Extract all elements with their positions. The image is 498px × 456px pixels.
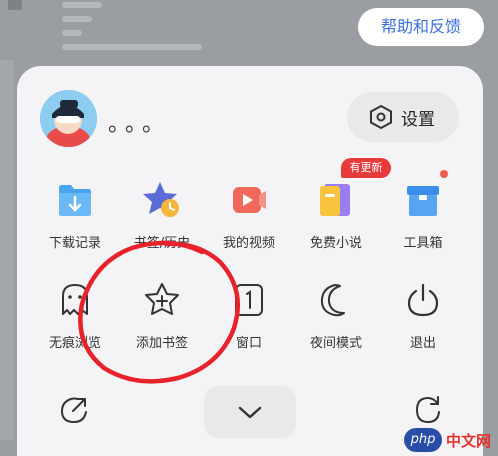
settings-button[interactable]: 设置 [347, 92, 459, 142]
tile-label: 免费小说 [309, 236, 362, 251]
tile-label: 退出 [409, 336, 436, 351]
gear-icon [370, 104, 392, 130]
tile-incognito[interactable]: 无痕浏览 [29, 280, 121, 368]
help-feedback-button[interactable]: 帮助和反馈 [358, 8, 484, 46]
tile-add-bookmark[interactable]: 添加书签 [116, 280, 208, 368]
watermark: php 中文网 [404, 428, 496, 454]
video-icon [233, 187, 266, 213]
share-button[interactable] [54, 390, 94, 430]
toolbox-icon [407, 186, 439, 216]
bookmark-star-icon [143, 182, 179, 217]
watermark-logo: php [404, 428, 442, 452]
tile-label: 下载记录 [48, 236, 101, 251]
tile-toolbox[interactable]: 工具箱 [377, 180, 469, 268]
notification-dot [440, 170, 448, 178]
add-bookmark-icon [145, 283, 179, 315]
tile-my-videos[interactable]: 我的视频 [203, 180, 295, 268]
ghost-icon [62, 284, 88, 315]
tile-label: 书签/历史 [133, 236, 191, 251]
tile-night-mode[interactable]: 夜间模式 [290, 280, 382, 368]
tile-label: 窗口 [235, 336, 262, 351]
refresh-icon [415, 396, 440, 424]
watermark-text: 中文网 [446, 432, 492, 450]
tile-label: 夜间模式 [309, 336, 362, 351]
update-badge: 有更新 [341, 158, 391, 178]
chevron-down-icon [238, 406, 262, 419]
collapse-menu-button[interactable] [204, 386, 296, 438]
tile-downloads[interactable]: 下载记录 [29, 180, 121, 268]
settings-label: 设置 [401, 110, 435, 130]
tile-label: 工具箱 [403, 236, 443, 251]
power-icon [407, 283, 439, 317]
moon-icon [320, 284, 345, 317]
book-icon [320, 184, 350, 216]
avatar[interactable] [40, 90, 97, 147]
window-icon [235, 284, 263, 316]
tile-free-novels[interactable]: 免费小说 [290, 180, 382, 268]
username[interactable]: 。。。 [108, 106, 170, 138]
tile-bookmarks-history[interactable]: 书签/历史 [116, 180, 208, 268]
avatar-icon [40, 90, 97, 147]
tile-label: 添加书签 [135, 336, 188, 351]
share-icon [60, 397, 87, 424]
tile-label: 无痕浏览 [48, 336, 101, 351]
tile-label: 我的视频 [222, 236, 275, 251]
download-folder-icon [59, 185, 91, 216]
tile-windows[interactable]: 窗口 [203, 280, 295, 368]
refresh-button[interactable] [408, 390, 448, 430]
tile-exit[interactable]: 退出 [377, 280, 469, 368]
